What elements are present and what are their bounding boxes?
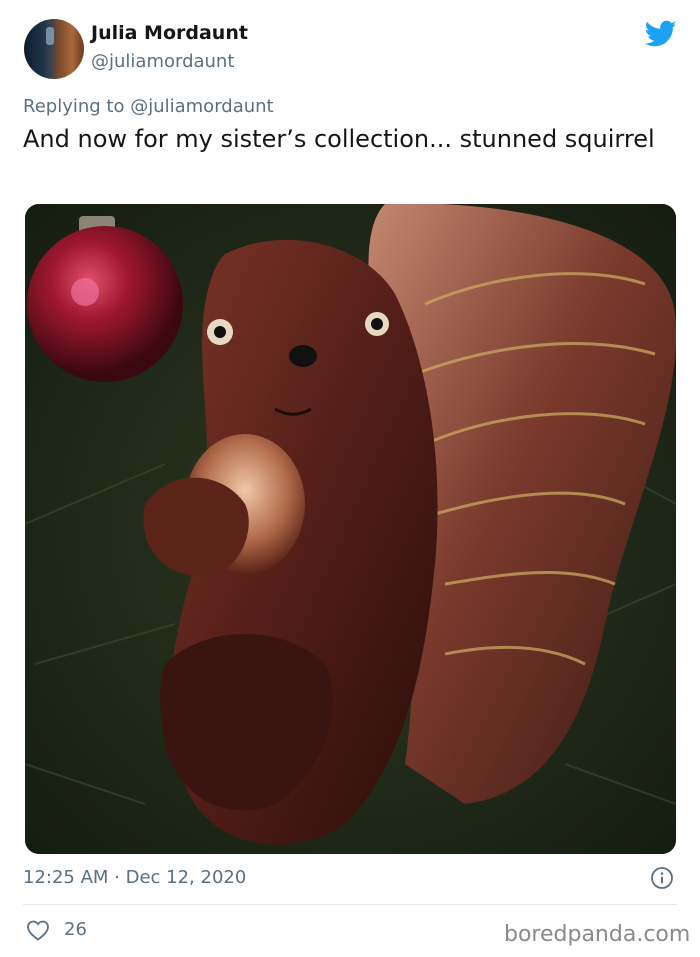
replying-to: Replying to @juliamordaunt [23, 96, 274, 117]
avatar[interactable] [24, 19, 84, 79]
tweet-timestamp[interactable]: 12:25 AM · Dec 12, 2020 [23, 867, 246, 888]
like-count: 26 [64, 919, 87, 940]
twitter-bird-icon[interactable] [645, 20, 677, 48]
tweet-text: And now for my sister’s collection... st… [23, 125, 655, 153]
watermark: boredpanda.com [504, 922, 691, 947]
divider [23, 904, 677, 905]
tweet-photo[interactable] [25, 204, 676, 854]
replying-to-prefix: Replying to [23, 96, 131, 117]
replying-to-handle-link[interactable]: @juliamordaunt [130, 96, 273, 117]
info-icon[interactable] [650, 866, 674, 890]
author-handle[interactable]: @juliamordaunt [91, 51, 234, 72]
author-display-name[interactable]: Julia Mordaunt [91, 22, 248, 44]
heart-icon[interactable] [26, 919, 50, 941]
